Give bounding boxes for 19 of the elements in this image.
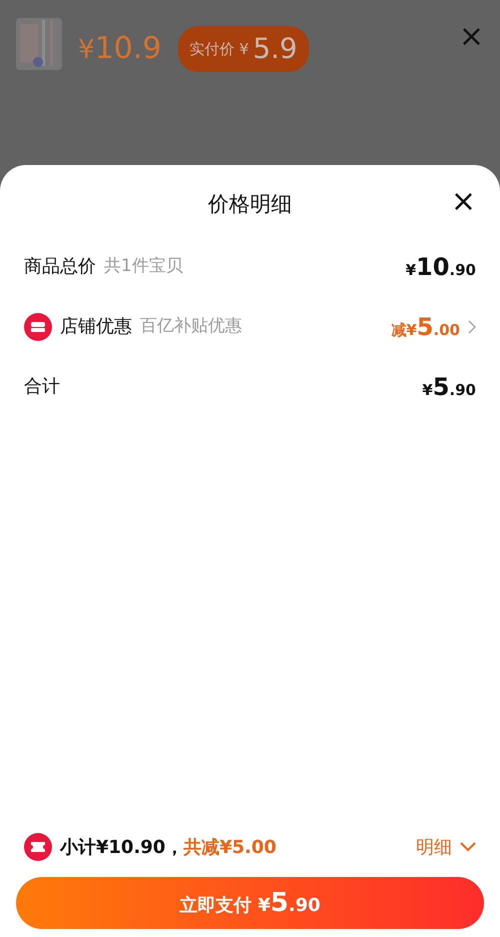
price-text: ¥10.9 — [78, 30, 162, 68]
chevron-down-icon — [460, 842, 476, 852]
row-label: 合计 — [24, 375, 60, 399]
price-text: 减¥5.00 — [391, 312, 460, 342]
close-button[interactable]: × — [458, 22, 484, 52]
product-thumbnail — [16, 18, 62, 70]
row-note: 百亿补贴优惠 — [140, 314, 242, 338]
shop-icon — [24, 312, 52, 340]
row-label: 商品总价 — [24, 255, 96, 279]
close-button[interactable]: × — [450, 187, 476, 217]
pay-button[interactable]: 立即支付 ¥5.90 — [16, 877, 484, 929]
price-text: ¥10.90 — [406, 252, 476, 282]
row-note: 共1件宝贝 — [104, 254, 183, 278]
ticket-icon — [24, 833, 52, 861]
sheet-title: 价格明细 — [208, 191, 292, 218]
row-label: 店铺优惠 — [60, 315, 132, 339]
price-text: ¥5.90 — [422, 372, 476, 402]
details-toggle[interactable]: 明细 — [416, 834, 476, 860]
subtotal-text: 小计¥10.90，共减¥5.00 — [60, 836, 276, 860]
